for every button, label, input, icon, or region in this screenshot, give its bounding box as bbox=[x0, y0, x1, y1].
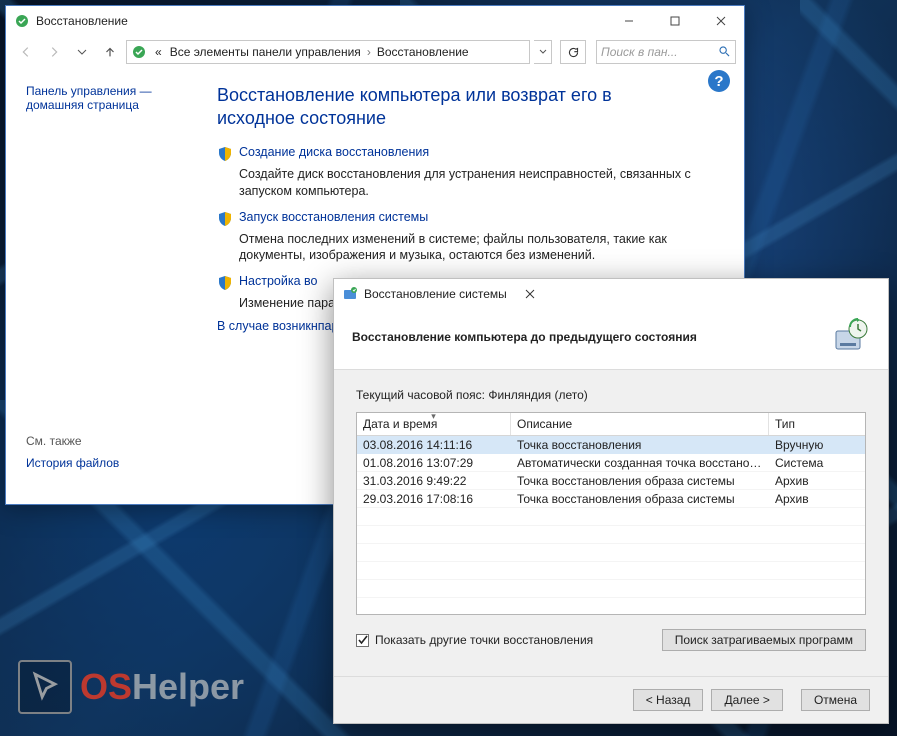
see-also-header: См. также bbox=[26, 434, 119, 448]
open-system-restore-link[interactable]: Запуск восстановления системы bbox=[239, 210, 428, 224]
create-recovery-drive-desc: Создайте диск восстановления для устране… bbox=[239, 166, 709, 200]
cancel-button[interactable]: Отмена bbox=[801, 689, 870, 711]
search-icon bbox=[718, 45, 731, 59]
watermark-os: OS bbox=[80, 666, 132, 707]
scan-affected-programs-button[interactable]: Поиск затрагиваемых программ bbox=[662, 629, 866, 651]
dialog-close-button[interactable] bbox=[507, 279, 553, 309]
back-button[interactable]: < Назад bbox=[633, 689, 704, 711]
recent-locations-button[interactable] bbox=[70, 40, 94, 64]
help-icon[interactable]: ? bbox=[708, 70, 730, 92]
watermark-helper: Helper bbox=[132, 666, 244, 707]
show-other-points-label: Показать другие точки восстановления bbox=[375, 633, 593, 647]
search-input[interactable] bbox=[601, 45, 718, 59]
recovery-icon bbox=[131, 44, 147, 60]
breadcrumb-level2[interactable]: Восстановление bbox=[373, 45, 473, 59]
nav-back-button[interactable] bbox=[14, 40, 38, 64]
breadcrumb-bar[interactable]: « Все элементы панели управления › Восст… bbox=[126, 40, 530, 64]
table-row[interactable]: 29.03.2016 17:08:16 Точка восстановления… bbox=[357, 490, 865, 508]
table-body: 03.08.2016 14:11:16 Точка восстановления… bbox=[357, 436, 865, 614]
next-button[interactable]: Далее > bbox=[711, 689, 783, 711]
breadcrumb-prefix: « bbox=[151, 45, 166, 59]
chevron-right-icon: › bbox=[365, 45, 373, 59]
nav-up-button[interactable] bbox=[98, 40, 122, 64]
show-other-points-checkbox[interactable]: Показать другие точки восстановления bbox=[356, 633, 593, 647]
col-description[interactable]: Описание bbox=[511, 413, 769, 435]
dialog-body: Текущий часовой пояс: Финляндия (лето) ▾… bbox=[334, 370, 888, 657]
sort-desc-icon: ▾ bbox=[431, 411, 436, 422]
timezone-label: Текущий часовой пояс: Финляндия (лето) bbox=[356, 388, 866, 402]
cursor-icon bbox=[18, 660, 72, 714]
col-datetime[interactable]: ▾Дата и время bbox=[357, 413, 511, 435]
oshelper-watermark: OSHelper bbox=[18, 660, 244, 714]
file-history-link[interactable]: История файлов bbox=[26, 456, 119, 470]
address-bar: « Все элементы панели управления › Восст… bbox=[6, 36, 744, 68]
search-box[interactable] bbox=[596, 40, 736, 64]
shield-icon bbox=[217, 275, 233, 291]
window-title: Восстановление bbox=[36, 14, 128, 28]
table-row[interactable]: 03.08.2016 14:11:16 Точка восстановления… bbox=[357, 436, 865, 454]
shield-icon bbox=[217, 146, 233, 162]
control-panel-home-link[interactable]: Панель управления — домашняя страница bbox=[26, 84, 201, 112]
refresh-button[interactable] bbox=[560, 40, 586, 64]
configure-restore-link[interactable]: Настройка во bbox=[239, 274, 317, 288]
create-recovery-drive-link[interactable]: Создание диска восстановления bbox=[239, 145, 429, 159]
recovery-icon bbox=[14, 13, 30, 29]
titlebar: Восстановление bbox=[6, 6, 744, 36]
minimize-button[interactable] bbox=[606, 6, 652, 36]
sidebar: Панель управления — домашняя страница См… bbox=[6, 68, 211, 504]
dialog-footer: < Назад Далее > Отмена bbox=[334, 676, 888, 723]
checkbox-checked-icon bbox=[356, 634, 369, 647]
table-header: ▾Дата и время Описание Тип bbox=[357, 413, 865, 436]
address-dropdown[interactable] bbox=[534, 40, 552, 64]
breadcrumb-level1[interactable]: Все элементы панели управления bbox=[166, 45, 365, 59]
nav-forward-button[interactable] bbox=[42, 40, 66, 64]
dialog-header: Восстановление компьютера до предыдущего… bbox=[334, 309, 888, 370]
restore-clock-icon bbox=[830, 317, 870, 357]
open-system-restore-desc: Отмена последних изменений в системе; фа… bbox=[239, 231, 709, 265]
system-restore-icon bbox=[342, 286, 358, 302]
table-row[interactable]: 01.08.2016 13:07:29 Автоматически создан… bbox=[357, 454, 865, 472]
col-type[interactable]: Тип bbox=[769, 413, 865, 435]
shield-icon bbox=[217, 211, 233, 227]
see-also: См. также История файлов bbox=[26, 434, 119, 470]
close-button[interactable] bbox=[698, 6, 744, 36]
page-title: Восстановление компьютера или возврат ег… bbox=[217, 84, 687, 131]
maximize-button[interactable] bbox=[652, 6, 698, 36]
dialog-titlebar: Восстановление системы bbox=[334, 279, 888, 309]
system-restore-dialog: Восстановление системы Восстановление ко… bbox=[333, 278, 889, 724]
restore-points-table: ▾Дата и время Описание Тип 03.08.2016 14… bbox=[356, 412, 866, 615]
table-row[interactable]: 31.03.2016 9:49:22 Точка восстановления … bbox=[357, 472, 865, 490]
dialog-heading: Восстановление компьютера до предыдущего… bbox=[352, 330, 697, 344]
dialog-title: Восстановление системы bbox=[364, 287, 507, 301]
